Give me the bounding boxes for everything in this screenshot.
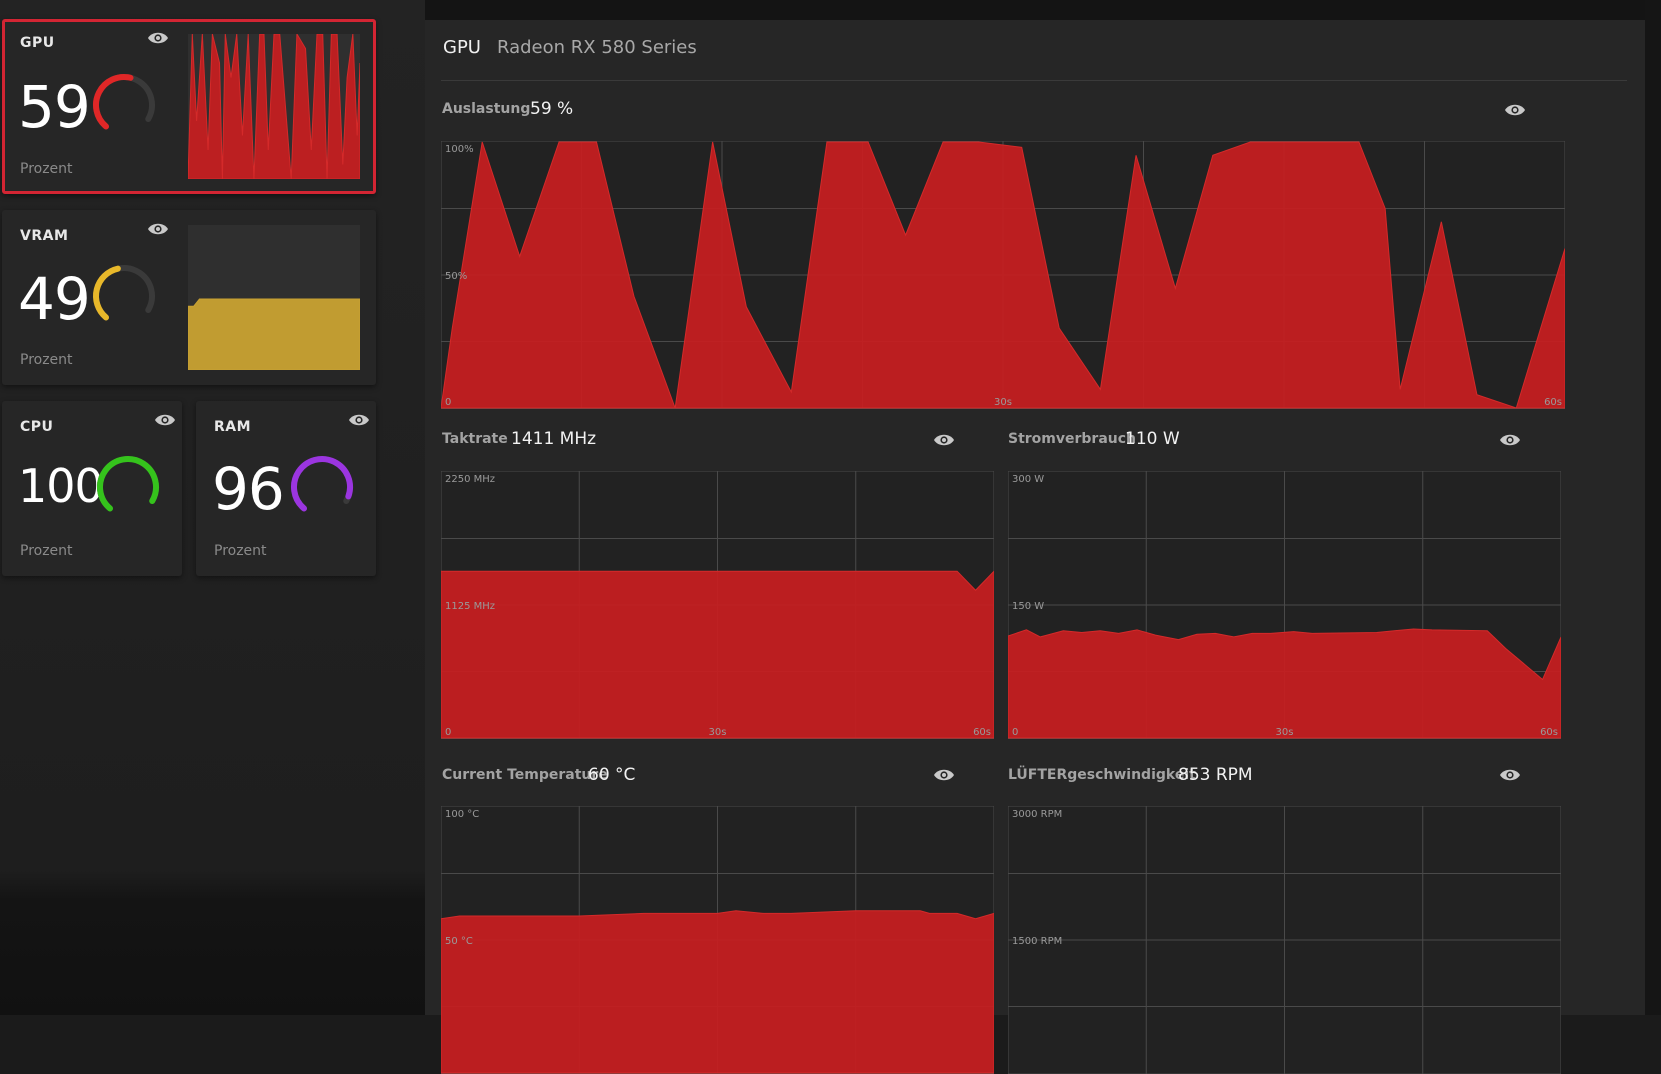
usage-chart: 100% 50% 0 30s 60s: [441, 141, 1565, 409]
gauge-fill: [97, 456, 159, 512]
cpu-tile[interactable]: CPU 100 Prozent: [2, 401, 182, 576]
ram-tile-title: RAM: [214, 419, 252, 435]
gauge-fill: [93, 265, 121, 321]
fan-value: 853 RPM: [1178, 765, 1253, 785]
gpu-gauge: [93, 74, 155, 130]
y-tick-label: 100%: [445, 144, 474, 155]
y-tick-label: 50%: [445, 271, 467, 282]
y-tick-label: 1500 RPM: [1012, 936, 1062, 947]
right-edge: [1645, 0, 1661, 1015]
ram-gauge: [291, 456, 353, 512]
x-tick-label: 30s: [1276, 727, 1294, 738]
series-area: [188, 298, 360, 370]
y-tick-label: 2250 MHz: [445, 474, 495, 485]
top-bar: [425, 0, 1661, 20]
cpu-tile-unit: Prozent: [20, 543, 73, 559]
usage-label: Auslastung: [442, 101, 531, 117]
series-area: [188, 34, 360, 179]
gauge-fill: [291, 456, 353, 512]
x-tick-label: 60s: [1540, 727, 1558, 738]
eye-icon[interactable]: [1499, 766, 1521, 784]
x-tick-label: 30s: [709, 727, 727, 738]
x-tick-label: 0: [445, 397, 451, 408]
gauge-fill: [93, 74, 134, 130]
panel-title: GPU: [443, 37, 481, 58]
gpu-detail-panel: GPU Radeon RX 580 Series Auslastung 59 % …: [425, 20, 1645, 1074]
cpu-gauge: [97, 456, 159, 512]
eye-icon[interactable]: [1504, 101, 1526, 119]
power-chart: 300 W 150 W 0 30s 60s: [1008, 471, 1561, 739]
x-tick-label: 60s: [973, 727, 991, 738]
x-tick-label: 30s: [994, 397, 1012, 408]
eye-icon[interactable]: [147, 220, 169, 238]
x-tick-label: 0: [445, 727, 451, 738]
gpu-tile[interactable]: GPU 59 Prozent: [2, 19, 376, 194]
eye-icon[interactable]: [348, 411, 370, 429]
gpu-tile-value: 59: [18, 73, 91, 141]
gpu-tile-unit: Prozent: [20, 161, 73, 177]
ram-tile-unit: Prozent: [214, 543, 267, 559]
eye-icon[interactable]: [1499, 431, 1521, 449]
usage-value: 59 %: [530, 99, 574, 119]
x-tick-label: 60s: [1544, 397, 1562, 408]
fan-label: LÜFTERgeschwindigkeit: [1008, 767, 1196, 783]
temp-label: Current Temperature: [442, 767, 608, 783]
y-tick-label: 1125 MHz: [445, 601, 495, 612]
gpu-tile-title: GPU: [20, 35, 55, 51]
panel-header: GPU Radeon RX 580 Series: [443, 37, 697, 58]
series-area: [1008, 628, 1561, 739]
power-value: 110 W: [1125, 429, 1180, 449]
temp-value: 60 °C: [588, 765, 636, 785]
vram-tile-value: 49: [18, 265, 91, 333]
clock-value: 1411 MHz: [511, 429, 597, 449]
vram-sparkline: [188, 225, 360, 370]
eye-icon[interactable]: [933, 431, 955, 449]
eye-icon[interactable]: [933, 766, 955, 784]
vram-tile-title: VRAM: [20, 228, 69, 244]
device-name: Radeon RX 580 Series: [496, 37, 697, 58]
fan-chart: 3000 RPM 1500 RPM: [1008, 806, 1561, 1074]
ram-tile[interactable]: RAM 96 Prozent: [196, 401, 376, 576]
clock-label: Taktrate: [442, 431, 508, 447]
eye-icon[interactable]: [154, 411, 176, 429]
vram-tile[interactable]: VRAM 49 Prozent: [2, 210, 376, 385]
gpu-sparkline: [188, 34, 360, 179]
ram-tile-value: 96: [212, 455, 285, 523]
y-tick-label: 300 W: [1012, 474, 1044, 485]
vram-tile-unit: Prozent: [20, 352, 73, 368]
vram-gauge: [93, 265, 155, 321]
temperature-chart: 100 °C 50 °C: [441, 806, 994, 1074]
cpu-tile-title: CPU: [20, 419, 54, 435]
y-tick-label: 150 W: [1012, 601, 1044, 612]
power-label: Stromverbrauch: [1008, 431, 1137, 447]
y-tick-label: 50 °C: [445, 936, 473, 947]
series-area: [441, 570, 994, 739]
series-area: [441, 910, 994, 1074]
y-tick-label: 3000 RPM: [1012, 809, 1062, 820]
x-tick-label: 0: [1012, 727, 1018, 738]
divider: [441, 80, 1627, 81]
eye-icon[interactable]: [147, 29, 169, 47]
y-tick-label: 100 °C: [445, 809, 479, 820]
clock-chart: 2250 MHz 1125 MHz 0 30s 60s: [441, 471, 994, 739]
cpu-tile-value: 100: [18, 459, 104, 513]
